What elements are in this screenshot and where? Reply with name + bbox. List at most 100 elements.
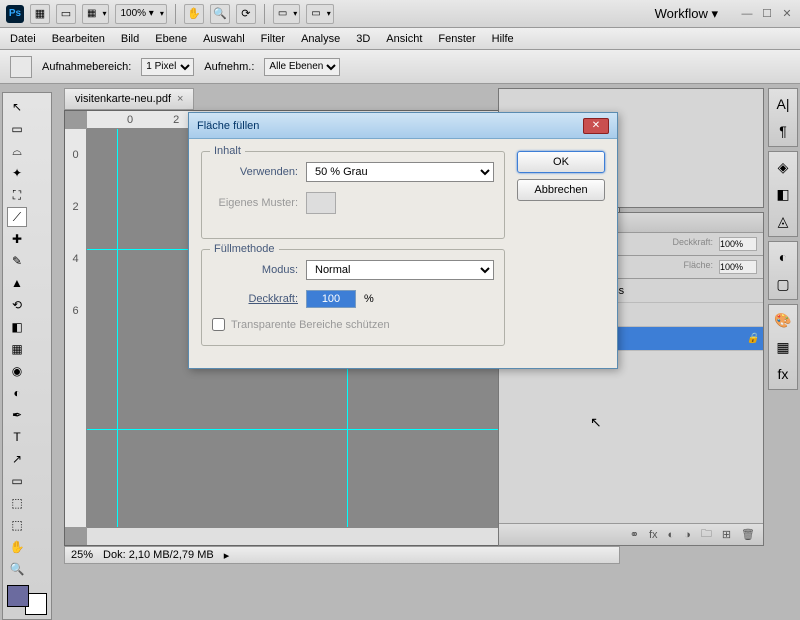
- new-layer-icon[interactable]: ⊞: [722, 528, 731, 541]
- shape-tool[interactable]: ▭: [7, 471, 27, 491]
- adjustments-panel-icon[interactable]: ◐: [771, 245, 795, 269]
- document-tab[interactable]: visitenkarte-neu.pdf ×: [64, 88, 194, 110]
- maximize-icon[interactable]: ☐: [760, 7, 774, 21]
- workspace-switcher[interactable]: Workflow ▾: [647, 6, 726, 22]
- 3d-tool[interactable]: ⬚: [7, 493, 27, 513]
- lasso-tool[interactable]: ⌓: [7, 141, 27, 161]
- cancel-button[interactable]: Abbrechen: [517, 179, 605, 201]
- hand-tool[interactable]: ✋: [7, 537, 27, 557]
- 3d-camera-tool[interactable]: ⬚: [7, 515, 27, 535]
- menu-datei[interactable]: Datei: [10, 33, 36, 45]
- doc-info[interactable]: Dok: 2,10 MB/2,79 MB: [103, 549, 214, 561]
- status-arrow-icon[interactable]: ▸: [224, 549, 230, 562]
- layer-mask-icon[interactable]: ◐: [668, 529, 675, 541]
- title-bar: Ps ▦ ▭ ▦ 100% ▾ ✋ 🔍 ⟳ ▭ ▭ Workflow ▾ — ☐…: [0, 0, 800, 28]
- marquee-tool[interactable]: ▭: [7, 119, 27, 139]
- brush-tool[interactable]: ✎: [7, 251, 27, 271]
- paths-panel-icon[interactable]: ◬: [771, 209, 795, 233]
- sample-size-select[interactable]: 1 Pixel: [141, 58, 194, 76]
- crop-tool[interactable]: ⛶: [7, 185, 27, 205]
- dialog-titlebar[interactable]: Fläche füllen ✕: [189, 113, 617, 139]
- custom-pattern-label: Eigenes Muster:: [212, 197, 298, 209]
- content-fieldset: Inhalt Verwenden: 50 % Grau Eigenes Must…: [201, 151, 505, 239]
- arrange-dropdown[interactable]: ▭: [273, 4, 300, 24]
- screenmode-dropdown[interactable]: ▭: [306, 4, 333, 24]
- opacity-input[interactable]: [719, 237, 757, 251]
- menu-auswahl[interactable]: Auswahl: [203, 33, 245, 45]
- menu-bild[interactable]: Bild: [121, 33, 139, 45]
- history-brush-tool[interactable]: ⟲: [7, 295, 27, 315]
- layers-panel-footer: ⚭ fx ◐ ◑ 🗀 ⊞ 🗑: [499, 523, 763, 545]
- mini-bridge-button[interactable]: ▭: [56, 4, 76, 24]
- zoom-level[interactable]: 25%: [71, 549, 93, 561]
- ruler-vertical[interactable]: 0246: [65, 129, 87, 527]
- zoom-tool[interactable]: 🔍: [7, 559, 27, 579]
- gradient-tool[interactable]: ▦: [7, 339, 27, 359]
- opacity-input[interactable]: [306, 290, 356, 308]
- adjustment-layer-icon[interactable]: ◑: [684, 529, 691, 541]
- styles-panel-icon[interactable]: fx: [771, 362, 795, 386]
- color-panel-icon[interactable]: 🎨: [771, 308, 795, 332]
- fill-dialog: Fläche füllen ✕ Inhalt Verwenden: 50 % G…: [188, 112, 618, 369]
- sample-size-label: Aufnahmebereich:: [42, 61, 131, 73]
- stamp-tool[interactable]: ▲: [7, 273, 27, 293]
- extras-dropdown[interactable]: ▦: [82, 4, 109, 24]
- link-layers-icon[interactable]: ⚭: [630, 528, 639, 541]
- menu-filter[interactable]: Filter: [261, 33, 285, 45]
- use-select[interactable]: 50 % Grau: [306, 162, 494, 182]
- menu-hilfe[interactable]: Hilfe: [492, 33, 514, 45]
- close-icon[interactable]: ✕: [780, 7, 794, 21]
- minimize-icon[interactable]: —: [740, 7, 754, 21]
- fill-input[interactable]: [719, 260, 757, 274]
- lock-icon[interactable]: 🔒: [747, 333, 759, 344]
- blur-tool[interactable]: ◉: [7, 361, 27, 381]
- menu-3d[interactable]: 3D: [356, 33, 370, 45]
- tool-preset-picker[interactable]: [10, 56, 32, 78]
- mode-select[interactable]: Normal: [306, 260, 494, 280]
- options-bar: Aufnahmebereich: 1 Pixel Aufnehm.: Alle …: [0, 50, 800, 84]
- launch-bridge-button[interactable]: ▦: [30, 4, 50, 24]
- paragraph-panel-icon[interactable]: ¶: [771, 119, 795, 143]
- menu-fenster[interactable]: Fenster: [438, 33, 475, 45]
- menu-ebene[interactable]: Ebene: [155, 33, 187, 45]
- document-tab-title: visitenkarte-neu.pdf: [75, 93, 171, 105]
- eyedropper-tool[interactable]: ⟋: [7, 207, 27, 227]
- pen-tool[interactable]: ✒: [7, 405, 27, 425]
- eraser-tool[interactable]: ◧: [7, 317, 27, 337]
- masks-panel-icon[interactable]: ▢: [771, 272, 795, 296]
- ok-button[interactable]: OK: [517, 151, 605, 173]
- sample-mode-select[interactable]: Alle Ebenen: [264, 58, 340, 76]
- move-tool[interactable]: ↖: [7, 97, 27, 117]
- preserve-transparency-checkbox[interactable]: [212, 318, 225, 331]
- wand-tool[interactable]: ✦: [7, 163, 27, 183]
- zoom-dropdown[interactable]: 100% ▾: [115, 4, 166, 24]
- swatches-panel-icon[interactable]: ▦: [771, 335, 795, 359]
- blending-legend: Füllmethode: [210, 243, 279, 255]
- heal-tool[interactable]: ✚: [7, 229, 27, 249]
- channels-panel-icon[interactable]: ◧: [771, 182, 795, 206]
- menu-ansicht[interactable]: Ansicht: [386, 33, 422, 45]
- layers-panel-icon[interactable]: ◈: [771, 155, 795, 179]
- path-tool[interactable]: ↗: [7, 449, 27, 469]
- opacity-unit: %: [364, 293, 374, 305]
- dialog-title: Fläche füllen: [197, 120, 259, 132]
- delete-layer-icon[interactable]: 🗑: [741, 528, 755, 541]
- opacity-label: Deckkraft:: [672, 237, 713, 251]
- mode-label: Modus:: [212, 264, 298, 276]
- character-panel-icon[interactable]: A|: [771, 92, 795, 116]
- foreground-color[interactable]: [7, 585, 29, 607]
- layer-group-icon[interactable]: 🗀: [701, 525, 712, 544]
- layer-fx-icon[interactable]: fx: [649, 529, 658, 541]
- dodge-tool[interactable]: ◐: [7, 383, 27, 403]
- status-bar: 25% Dok: 2,10 MB/2,79 MB ▸: [64, 546, 620, 564]
- rotate-view-button[interactable]: ⟳: [236, 4, 256, 24]
- dialog-close-button[interactable]: ✕: [583, 118, 609, 134]
- type-tool[interactable]: T: [7, 427, 27, 447]
- guide-vertical[interactable]: [117, 129, 118, 527]
- document-tab-close-icon[interactable]: ×: [177, 93, 183, 105]
- menu-bearbeiten[interactable]: Bearbeiten: [52, 33, 105, 45]
- color-swatches[interactable]: [7, 585, 47, 615]
- zoom-tool-button[interactable]: 🔍: [210, 4, 230, 24]
- hand-tool-button[interactable]: ✋: [184, 4, 204, 24]
- menu-analyse[interactable]: Analyse: [301, 33, 340, 45]
